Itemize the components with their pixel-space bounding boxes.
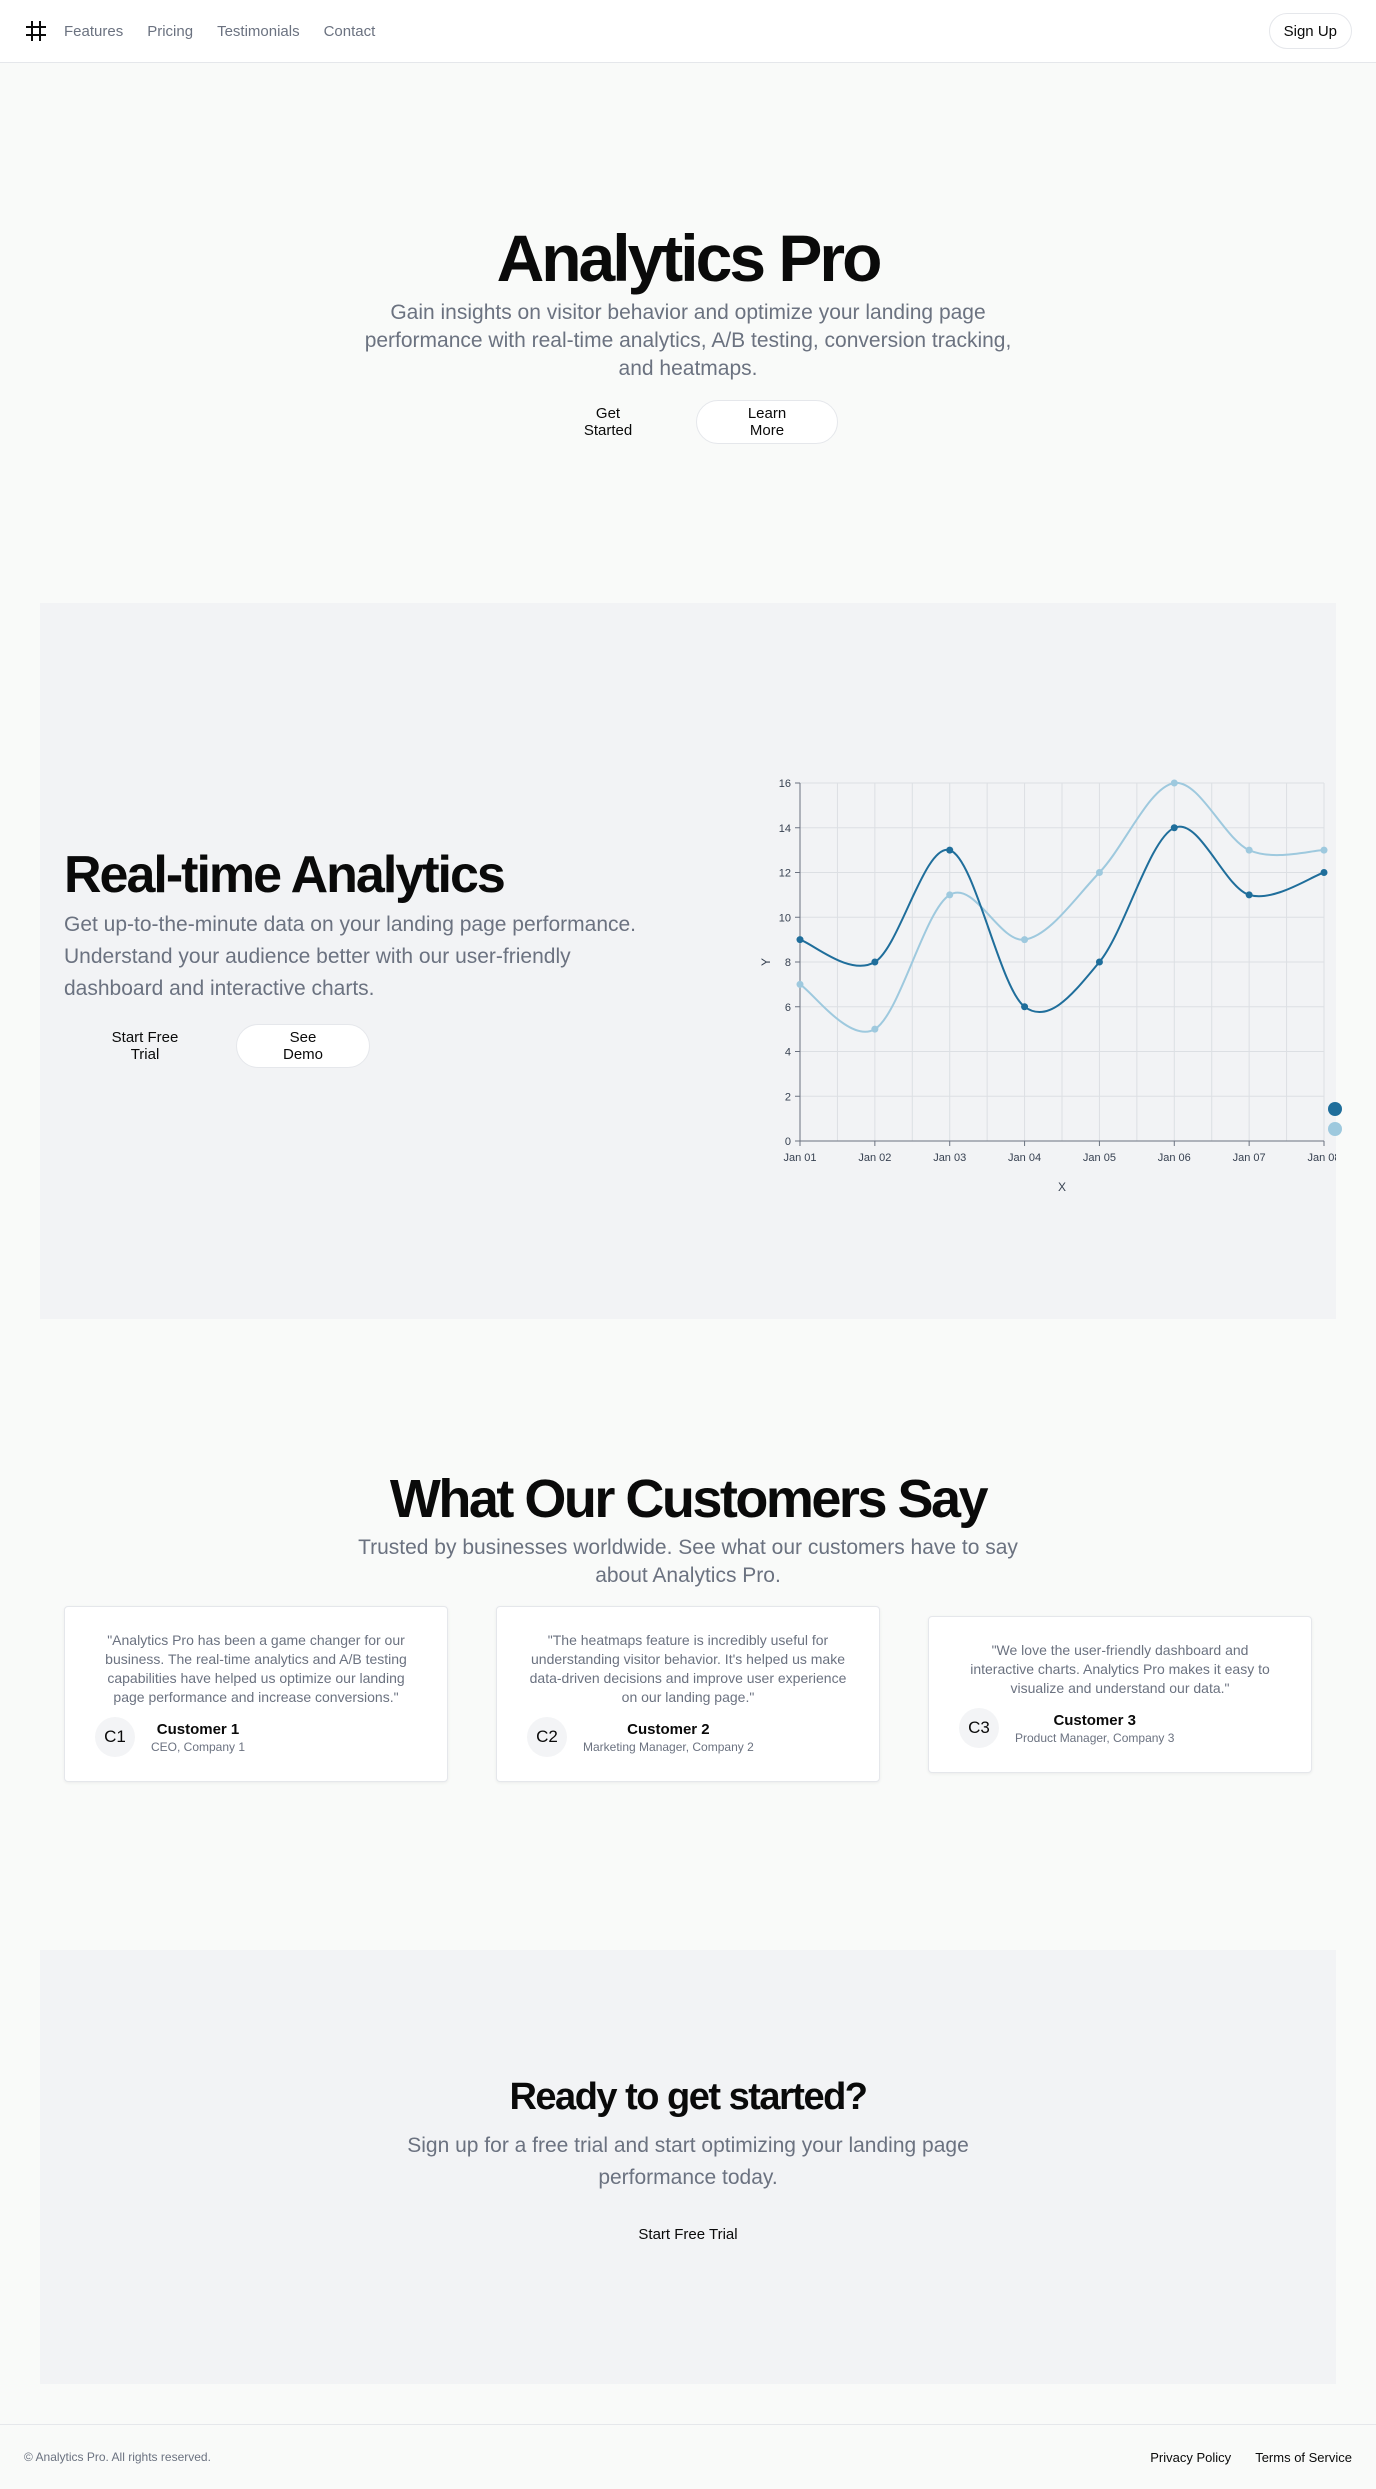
cta-title: Ready to get started?	[509, 2076, 868, 2118]
testimonial-card: "Analytics Pro has been a game changer f…	[64, 1606, 448, 1782]
cta-section: Ready to get started? Sign up for a free…	[40, 1950, 1336, 2384]
start-free-trial-button[interactable]: Start Free Trial	[64, 1024, 226, 1068]
author-role: Marketing Manager, Company 2	[583, 1739, 754, 1754]
author-info: Customer 2 Marketing Manager, Company 2	[583, 1721, 754, 1754]
testimonial-author: C2 Customer 2 Marketing Manager, Company…	[527, 1717, 849, 1757]
learn-more-button[interactable]: Learn More	[696, 400, 838, 444]
y-tick-label: 2	[785, 1091, 791, 1103]
cta-subtitle: Sign up for a free trial and start optim…	[407, 2134, 969, 2189]
nav-testimonials[interactable]: Testimonials	[217, 23, 300, 40]
testimonial-card: "We love the user-friendly dashboard and…	[928, 1616, 1312, 1773]
avatar: C1	[95, 1717, 135, 1757]
line-chart[interactable]: 0 2 4 6 8 10 12 14 16 Jan 01 Jan 02 Jan 03 Jan 04 Jan…	[760, 763, 1336, 1213]
series-2-point	[1245, 846, 1253, 854]
analytics-title: Real-time Analytics	[64, 846, 506, 904]
testimonial-card: "The heatmaps feature is incredibly usef…	[496, 1606, 880, 1782]
hero-subtitle: Gain insights on visitor behavior and op…	[364, 301, 1012, 380]
x-tick-label: Jan 07	[1233, 1152, 1266, 1164]
author-name: Customer 3	[1053, 1711, 1136, 1729]
series-2-point	[1170, 779, 1178, 787]
y-tick-label: 4	[785, 1047, 791, 1059]
x-tick-label: Jan 08	[1307, 1152, 1336, 1164]
copyright-text: © Analytics Pro. All rights reserved.	[24, 2450, 211, 2464]
legend-series-1-dot[interactable]	[1328, 1102, 1342, 1116]
series-1-point	[871, 958, 879, 966]
footer-links: Privacy Policy Terms of Service	[1150, 2450, 1352, 2465]
y-axis-label: Y	[760, 958, 773, 966]
avatar: C3	[959, 1708, 999, 1748]
testimonials-title: What Our Customers Say	[389, 1469, 989, 1529]
series-1-point	[1095, 958, 1103, 966]
testimonial-quote: "We love the user-friendly dashboard and…	[970, 1642, 1270, 1696]
avatar: C2	[527, 1717, 567, 1757]
y-tick-label: 0	[785, 1136, 791, 1148]
author-name: Customer 1	[156, 1720, 240, 1738]
get-started-button[interactable]: Get Started	[545, 400, 671, 444]
author-info: Customer 3 Product Manager, Company 3	[1015, 1712, 1174, 1745]
series-2-point	[1021, 936, 1029, 944]
series-1-point	[796, 936, 804, 944]
cta-start-free-trial-button[interactable]: Start Free Trial	[603, 2212, 773, 2256]
series-1-point	[1021, 1003, 1029, 1011]
see-demo-button[interactable]: See Demo	[236, 1024, 370, 1068]
nav-features[interactable]: Features	[64, 23, 123, 40]
hero-title: Analytics Pro	[496, 221, 883, 295]
testimonial-author: C1 Customer 1 CEO, Company 1	[95, 1717, 417, 1757]
y-tick-label: 16	[779, 778, 791, 790]
series-2-point	[1095, 869, 1103, 876]
y-tick-label: 10	[779, 912, 791, 924]
x-tick-label: Jan 05	[1083, 1152, 1116, 1164]
privacy-policy-link[interactable]: Privacy Policy	[1150, 2450, 1231, 2465]
site-header: Features Pricing Testimonials Contact Si…	[0, 0, 1376, 63]
hash-grid-icon[interactable]	[24, 19, 48, 43]
testimonial-quote: "The heatmaps feature is incredibly usef…	[529, 1632, 847, 1705]
testimonials-subtitle: Trusted by businesses worldwide. See wha…	[358, 1536, 1018, 1587]
analytics-section: Real-time Analytics Get up-to-the-minute…	[40, 603, 1342, 1319]
testimonial-author: C3 Customer 3 Product Manager, Company 3	[959, 1708, 1281, 1748]
series-2-point	[871, 1025, 879, 1033]
series-2-point	[796, 980, 804, 988]
author-role: Product Manager, Company 3	[1015, 1730, 1175, 1745]
series-2-point	[946, 891, 954, 899]
x-tick-label: Jan 04	[1008, 1152, 1041, 1164]
series-1-point	[946, 846, 954, 854]
series-1-point	[1320, 869, 1328, 876]
testimonial-quote: "Analytics Pro has been a game changer f…	[105, 1632, 407, 1705]
series-2-point	[1320, 846, 1328, 854]
y-tick-label: 6	[785, 1002, 791, 1014]
author-info: Customer 1 CEO, Company 1	[151, 1721, 245, 1754]
author-name: Customer 2	[627, 1720, 710, 1738]
y-tick-label: 8	[785, 957, 791, 969]
nav-contact[interactable]: Contact	[324, 23, 376, 40]
y-tick-label: 12	[779, 868, 791, 880]
sign-up-button[interactable]: Sign Up	[1268, 13, 1352, 49]
x-tick-label: Jan 01	[783, 1152, 816, 1164]
main-nav: Features Pricing Testimonials Contact	[64, 23, 375, 40]
x-tick-label: Jan 06	[1158, 1152, 1191, 1164]
author-role: CEO, Company 1	[151, 1739, 246, 1754]
terms-of-service-link[interactable]: Terms of Service	[1255, 2450, 1352, 2465]
analytics-subtitle: Get up-to-the-minute data on your landin…	[64, 913, 637, 1000]
nav-pricing[interactable]: Pricing	[147, 23, 193, 40]
series-1-point	[1170, 824, 1178, 832]
site-footer: © Analytics Pro. All rights reserved. Pr…	[0, 2424, 1376, 2489]
x-tick-label: Jan 03	[933, 1152, 966, 1164]
series-1-point	[1245, 891, 1253, 899]
x-axis-label: X	[1058, 1180, 1066, 1194]
y-tick-label: 14	[779, 823, 791, 835]
hero-section: Analytics Pro Gain insights on visitor b…	[0, 63, 1376, 603]
x-tick-label: Jan 02	[858, 1152, 891, 1164]
legend-series-2-dot[interactable]	[1328, 1122, 1342, 1136]
